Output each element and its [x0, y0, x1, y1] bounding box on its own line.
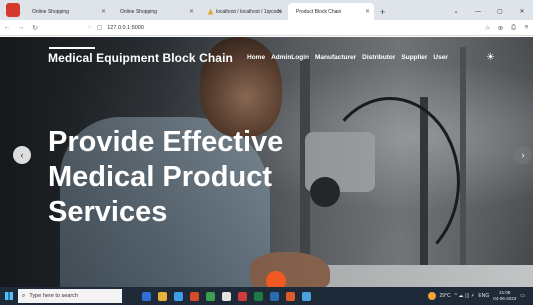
app-icon: [205, 291, 215, 301]
taskbar-search[interactable]: ⌕ Type here to search: [18, 289, 122, 303]
forward-icon[interactable]: →: [14, 24, 28, 31]
taskbar-app-icon[interactable]: [266, 287, 282, 305]
chevron-left-icon: ‹: [20, 150, 24, 160]
taskbar-app-icon[interactable]: [282, 287, 298, 305]
taskbar-app-icon[interactable]: [154, 287, 170, 305]
app-icon: [173, 291, 183, 301]
tray-icons[interactable]: ^ ☁ ◫ ⚡: [455, 293, 475, 299]
tab-list-icon[interactable]: ⌄: [445, 8, 467, 15]
carousel-next-button[interactable]: ›: [514, 146, 532, 164]
app-icon: [157, 291, 167, 301]
tab-online-shopping-2[interactable]: Online Shopping ✕: [112, 3, 198, 20]
nav-supplier[interactable]: Supplier: [401, 54, 427, 61]
tab-product-block-chain[interactable]: Product Block Chain ✕: [288, 3, 374, 20]
browser-menu-icon[interactable]: [6, 3, 20, 17]
app-icon: [189, 291, 199, 301]
language[interactable]: ENG: [478, 293, 489, 299]
start-button[interactable]: [0, 287, 18, 305]
close-icon[interactable]: ✕: [365, 8, 370, 15]
nav-user[interactable]: User: [433, 54, 447, 61]
headline-line: Services: [48, 196, 168, 228]
close-icon[interactable]: ✕: [189, 8, 194, 15]
shield-icon: ◌: [88, 24, 92, 31]
app-icon: [269, 291, 279, 301]
app-icon: [221, 291, 231, 301]
browser-toolbar-right: ☆ ⊕ ⎙ ≡: [481, 24, 533, 32]
nav-adminlogin[interactable]: AdminLogin: [271, 54, 309, 61]
page-info-icon[interactable]: ▢: [97, 24, 103, 31]
app-icon: [237, 291, 247, 301]
minimize-button[interactable]: —: [467, 9, 489, 15]
clock[interactable]: 21:08 04-06-2023: [493, 290, 516, 302]
star-icon[interactable]: ☆: [481, 24, 494, 32]
close-icon[interactable]: ✕: [101, 8, 106, 15]
warning-icon: [208, 8, 214, 15]
address-bar: ← → ↻ ◌ ▢ 127.0.0.1:5000 ☆ ⊕ ⎙ ≡: [0, 20, 533, 36]
collections-icon[interactable]: ⎙: [507, 24, 520, 32]
weather-icon[interactable]: [428, 292, 437, 300]
app-icon: [301, 291, 311, 301]
notification-icon[interactable]: ▭: [520, 293, 525, 299]
windows-icon: [5, 292, 13, 300]
taskbar-app-icon[interactable]: [202, 287, 218, 305]
app-icon: [141, 291, 151, 301]
taskbar-apps: [138, 287, 314, 305]
clock-date: 04-06-2023: [493, 296, 517, 301]
nav-home[interactable]: Home: [247, 54, 265, 61]
app-icon: [285, 291, 295, 301]
main-nav: Home AdminLogin Manufacturer Distributor…: [247, 54, 454, 61]
theme-toggle-sun-icon[interactable]: ☀: [486, 52, 495, 63]
system-tray: 29°C ^ ☁ ◫ ⚡ ENG 21:08 04-06-2023 ▭: [428, 290, 533, 302]
taskbar-app-icon[interactable]: [218, 287, 234, 305]
taskbar: ⌕ Type here to search 29°C ^ ☁ ◫ ⚡ ENG 2…: [0, 287, 533, 305]
taskbar-app-icon[interactable]: [250, 287, 266, 305]
tab-label: localhost / localhost / 1qrcode: [216, 8, 282, 15]
new-tab-button[interactable]: +: [380, 7, 385, 17]
headline-line: Provide Effective: [48, 126, 284, 158]
taskbar-app-icon[interactable]: [170, 287, 186, 305]
url-field[interactable]: ◌ ▢ 127.0.0.1:5000: [88, 24, 144, 32]
tab-label: Online Shopping: [120, 8, 157, 15]
nav-manufacturer[interactable]: Manufacturer: [315, 54, 356, 61]
window-controls: ⌄ — ▢ ✕: [445, 3, 533, 20]
hero-headline: Provide Effective Medical Product Servic…: [48, 125, 283, 230]
app-icon: [253, 291, 263, 301]
taskbar-app-icon[interactable]: [298, 287, 314, 305]
taskbar-app-icon[interactable]: [234, 287, 250, 305]
close-icon[interactable]: ✕: [277, 8, 282, 15]
chevron-right-icon: ›: [521, 150, 525, 160]
headline-line: Medical Product: [48, 161, 272, 193]
more-icon[interactable]: ≡: [520, 24, 533, 32]
back-icon[interactable]: ←: [0, 24, 14, 31]
hero-section: Medical Equipment Block Chain Home Admin…: [0, 37, 533, 287]
url-text: 127.0.0.1:5000: [107, 24, 144, 31]
taskbar-search-placeholder: Type here to search: [29, 293, 78, 299]
tab-localhost[interactable]: localhost / localhost / 1qrcode ✕: [200, 3, 286, 20]
extensions-icon[interactable]: ⊕: [494, 24, 507, 32]
tab-label: Online Shopping: [32, 8, 69, 15]
maximize-button[interactable]: ▢: [489, 8, 511, 15]
temperature[interactable]: 29°C: [439, 293, 450, 299]
taskbar-app-icon[interactable]: [138, 287, 154, 305]
nav-distributor[interactable]: Distributor: [362, 54, 395, 61]
tab-online-shopping-1[interactable]: Online Shopping ✕: [24, 3, 110, 20]
site-brand[interactable]: Medical Equipment Block Chain: [48, 47, 233, 65]
tab-label: Product Block Chain: [296, 8, 342, 15]
floating-action-button[interactable]: [266, 271, 286, 287]
reload-icon[interactable]: ↻: [28, 24, 42, 32]
close-window-button[interactable]: ✕: [511, 8, 533, 15]
taskbar-app-icon[interactable]: [186, 287, 202, 305]
search-icon: ⌕: [22, 292, 26, 299]
carousel-prev-button[interactable]: ‹: [13, 146, 31, 164]
browser-tab-strip: Online Shopping ✕ Online Shopping ✕ loca…: [0, 0, 533, 20]
